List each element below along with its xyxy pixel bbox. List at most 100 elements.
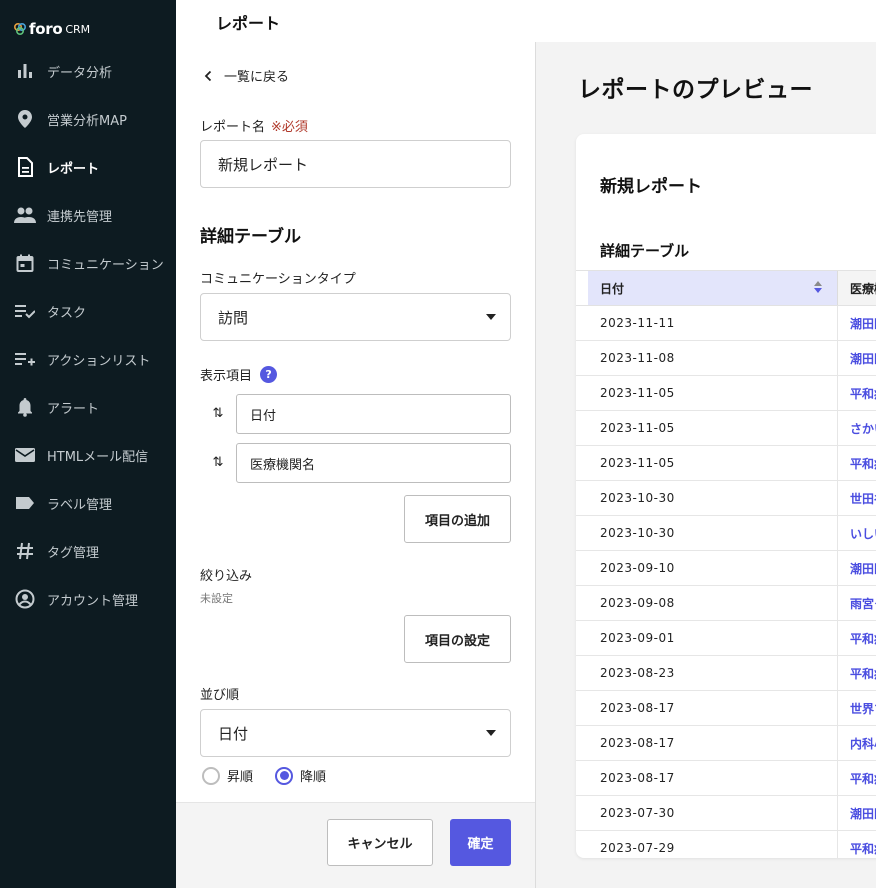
cell-date: 2023-11-05 [588, 376, 838, 410]
cell-date: 2023-11-05 [588, 411, 838, 445]
cell-facility-link[interactable]: 潮田医 [838, 796, 876, 830]
sidebar-item-data-analysis[interactable]: データ分析 [0, 51, 176, 91]
filter-label: 絞り込み [200, 569, 253, 584]
cell-facility-link[interactable]: 平和病 [838, 621, 876, 655]
report-settings-panel: 一覧に戻る レポート名 ※必須 新規レポート 詳細テーブル コミュニケーションタイ… [176, 42, 535, 802]
cancel-button[interactable]: キャンセル [327, 819, 433, 866]
column-header-date[interactable]: 日付 [588, 271, 838, 305]
page-header: レポート [176, 0, 876, 42]
cell-facility-link[interactable]: 潮田医 [838, 341, 876, 375]
table-row: 2023-11-05平和病 [576, 446, 876, 481]
sidebar-item-action-list[interactable]: アクションリスト [0, 339, 176, 379]
radio-descending[interactable] [275, 766, 293, 785]
sidebar-item-task[interactable]: タスク [0, 291, 176, 331]
table-header: 日付 医療機 [576, 270, 876, 306]
cell-facility-link[interactable]: 潮田医 [838, 306, 876, 340]
cell-date: 2023-11-05 [588, 446, 838, 480]
dropdown-caret-icon [486, 314, 496, 320]
sort-order-label: 並び順 [200, 688, 240, 703]
cell-facility-link[interactable]: 内科小 [838, 726, 876, 760]
report-name-value: 新規レポート [218, 155, 309, 174]
sidebar-item-communication[interactable]: コミュニケーション [0, 243, 176, 283]
cell-facility-link[interactable]: 世界ち [838, 691, 876, 725]
sidebar-item-label-mgmt[interactable]: ラベル管理 [0, 483, 176, 523]
add-item-button[interactable]: 項目の追加 [404, 495, 511, 543]
column-header-label: 医療機 [850, 281, 876, 296]
cell-facility-link[interactable]: いしい [838, 516, 876, 550]
sort-field-value: 日付 [218, 724, 249, 743]
table-row: 2023-08-17世界ち [576, 691, 876, 726]
display-items-label: 表示項目 [200, 369, 253, 384]
sidebar-item-alert[interactable]: アラート [0, 387, 176, 427]
table-row: 2023-11-05平和病 [576, 376, 876, 411]
sidebar-item-tag-mgmt[interactable]: タグ管理 [0, 531, 176, 571]
cell-facility-link[interactable]: 雨宮ク [838, 586, 876, 620]
task-list-icon [14, 300, 36, 322]
brand-name: foro [29, 20, 63, 38]
table-body: 2023-11-11潮田医2023-11-08潮田医2023-11-05平和病2… [576, 306, 876, 858]
cell-date: 2023-11-08 [588, 341, 838, 375]
cell-facility-link[interactable]: 世田谷 [838, 481, 876, 515]
filter-settings-button[interactable]: 項目の設定 [404, 615, 511, 663]
display-item-facility[interactable]: 医療機関名 [236, 443, 511, 483]
filter-status: 未設定 [200, 592, 233, 605]
display-item-date[interactable]: 日付 [236, 394, 511, 434]
table-row: 2023-08-17平和病 [576, 761, 876, 796]
cell-date: 2023-08-23 [588, 656, 838, 690]
sidebar-item-report[interactable]: レポート [0, 147, 176, 187]
cell-facility-link[interactable]: 平和病 [838, 761, 876, 795]
sidebar-item-account-mgmt[interactable]: アカウント管理 [0, 579, 176, 619]
table-row: 2023-09-08雨宮ク [576, 586, 876, 621]
drag-handle-icon[interactable]: ⇅ [211, 454, 225, 470]
page-title: レポート [216, 14, 281, 33]
playlist-add-icon [14, 348, 36, 370]
sidebar-item-partners[interactable]: 連携先管理 [0, 195, 176, 235]
table-row: 2023-07-30潮田医 [576, 796, 876, 831]
preview-table-heading: 詳細テーブル [600, 242, 690, 260]
sidebar-item-label: タスク [47, 305, 87, 321]
table-row: 2023-11-11潮田医 [576, 306, 876, 341]
report-name-label-text: レポート名 [200, 120, 266, 135]
table-row: 2023-08-23平和病 [576, 656, 876, 691]
back-link-label: 一覧に戻る [224, 70, 290, 85]
label-icon [14, 492, 36, 514]
sort-field-select[interactable]: 日付 [200, 709, 511, 757]
report-name-input[interactable]: 新規レポート [200, 140, 511, 188]
sort-ascending-option[interactable]: 昇順 [202, 766, 253, 785]
comm-type-select[interactable]: 訪問 [200, 293, 511, 341]
sidebar-item-sales-map[interactable]: 営業分析MAP [0, 99, 176, 139]
sort-descending-option[interactable]: 降順 [275, 766, 326, 785]
brand-logo[interactable]: foro CRM [13, 20, 90, 38]
bell-icon [14, 396, 36, 418]
cell-facility-link[interactable]: さかい [838, 411, 876, 445]
sidebar-item-label: アクションリスト [47, 353, 151, 369]
dropdown-caret-icon [486, 730, 496, 736]
confirm-button[interactable]: 確定 [450, 819, 511, 866]
cell-facility-link[interactable]: 平和病 [838, 656, 876, 690]
drag-handle-icon[interactable]: ⇅ [211, 405, 225, 421]
back-link[interactable]: 一覧に戻る [204, 66, 289, 85]
map-pin-icon [14, 108, 36, 130]
cell-facility-link[interactable]: 平和病 [838, 376, 876, 410]
cell-facility-link[interactable]: 平和病 [838, 831, 876, 858]
form-footer: キャンセル 確定 [176, 802, 535, 888]
table-row: 2023-11-08潮田医 [576, 341, 876, 376]
table-row: 2023-11-05さかい [576, 411, 876, 446]
cell-date: 2023-09-01 [588, 621, 838, 655]
chevron-left-icon [204, 70, 212, 81]
table-row: 2023-09-10潮田医 [576, 551, 876, 586]
column-header-facility[interactable]: 医療機 [838, 271, 876, 305]
help-icon[interactable]: ? [260, 366, 278, 383]
sidebar-item-label: データ分析 [47, 65, 113, 81]
sidebar-item-label: レポート [47, 161, 100, 177]
sidebar-item-label: ラベル管理 [47, 497, 113, 513]
radio-ascending[interactable] [202, 766, 220, 785]
bar-chart-icon [14, 60, 36, 82]
cell-facility-link[interactable]: 潮田医 [838, 551, 876, 585]
column-header-label: 日付 [600, 281, 625, 296]
sidebar-item-label: 営業分析MAP [47, 113, 127, 129]
sidebar-item-html-mail[interactable]: HTMLメール配信 [0, 435, 176, 475]
detail-table-heading: 詳細テーブル [200, 227, 301, 247]
cell-facility-link[interactable]: 平和病 [838, 446, 876, 480]
display-items-header: 表示項目 ? [200, 365, 278, 384]
